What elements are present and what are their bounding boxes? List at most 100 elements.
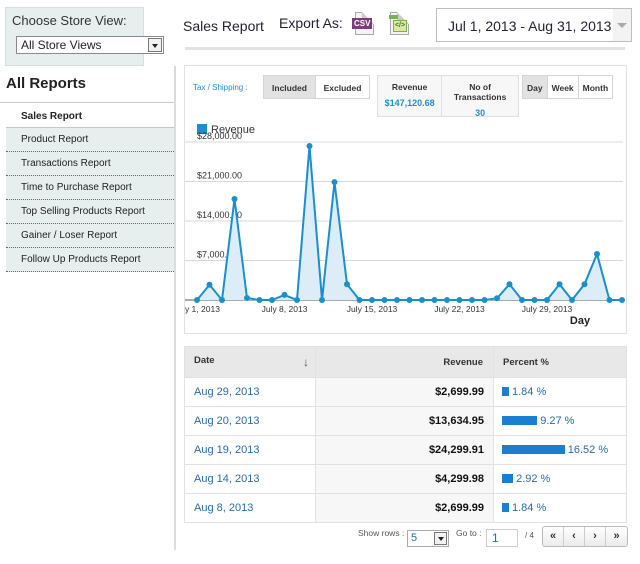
sidebar-item-top-selling-products-report[interactable]: Top Selling Products Report <box>6 200 176 224</box>
sidebar-item-time-to-purchase-report[interactable]: Time to Purchase Report <box>6 176 176 200</box>
data-point <box>219 297 225 303</box>
table-header-row: Date ↓ Revenue Percent % <box>184 346 627 378</box>
y-tick-label: $21,000.00 <box>197 171 242 181</box>
data-point <box>331 179 338 186</box>
transactions-stat: No of Transactions 30 <box>442 76 518 118</box>
row-revenue: $24,299.91 <box>315 435 494 465</box>
summary-stats: Revenue $147,120.68 No of Transactions 3… <box>377 75 519 118</box>
rows-per-page-value: 5 <box>411 532 418 544</box>
x-axis-title: Day <box>570 315 591 327</box>
x-tick-label: July 1, 2013 <box>185 304 220 314</box>
xml-file-icon[interactable]: </> <box>389 12 409 35</box>
pagination-nav: « ‹ › » <box>542 526 628 547</box>
column-header-date[interactable]: Date ↓ <box>184 346 316 378</box>
row-percent-value: 9.27 % <box>540 415 575 427</box>
row-percent-value: 2.92 % <box>516 473 551 485</box>
data-point <box>194 297 200 303</box>
data-point <box>469 297 475 303</box>
date-range-value: Jul 1, 2013 - Aug 31, 2013 <box>448 18 612 34</box>
tax-included-button[interactable]: Included <box>264 76 316 98</box>
revenue-stat-label: Revenue <box>391 82 428 92</box>
data-point <box>431 297 438 303</box>
transactions-stat-label: No of Transactions <box>453 82 507 102</box>
data-point <box>231 195 238 202</box>
data-point <box>619 297 625 303</box>
period-toggle: Day Week Month <box>522 75 614 99</box>
csv-file-icon[interactable]: CSV <box>352 12 374 35</box>
revenue-stat: Revenue $147,120.68 <box>378 76 443 116</box>
row-revenue: $2,699.99 <box>315 377 494 407</box>
chevron-down-icon[interactable] <box>613 9 631 41</box>
date-range-picker[interactable]: Jul 1, 2013 - Aug 31, 2013 <box>436 8 632 42</box>
row-date-link[interactable]: Aug 20, 2013 <box>184 406 316 436</box>
tax-excluded-button[interactable]: Excluded <box>316 76 369 98</box>
sidebar-item-follow-up-products-report[interactable]: Follow Up Products Report <box>6 248 176 272</box>
sort-down-icon[interactable]: ↓ <box>303 355 309 369</box>
chevron-down-icon[interactable] <box>434 532 447 545</box>
percent-bar <box>502 474 514 483</box>
rows-per-page-select[interactable]: 5 <box>407 530 449 547</box>
page-title: Sales Report <box>183 18 264 34</box>
row-percent: 1.84 % <box>493 493 627 523</box>
data-point <box>481 297 488 303</box>
period-month-button[interactable]: Month <box>578 76 613 98</box>
data-point <box>594 251 600 258</box>
row-date-link[interactable]: Aug 29, 2013 <box>184 377 316 407</box>
period-day-button[interactable]: Day <box>523 76 548 98</box>
revenue-stat-value: $147,120.68 <box>384 98 435 108</box>
x-tick-label: July 22, 2013 <box>434 304 485 314</box>
data-point <box>569 297 575 303</box>
data-point <box>494 295 500 302</box>
tax-shipping-label: Tax / Shipping : <box>193 83 248 92</box>
sidebar-item-product-report[interactable]: Product Report <box>6 128 176 152</box>
data-point <box>244 295 250 302</box>
row-date-link[interactable]: Aug 19, 2013 <box>184 435 316 465</box>
data-point <box>206 281 213 288</box>
store-view-select[interactable]: All Store Views <box>16 36 164 54</box>
tax-shipping-toggle: Included Excluded <box>263 75 370 99</box>
first-page-button[interactable]: « <box>543 527 564 546</box>
revenue-line <box>196 145 622 303</box>
sidebar-divider <box>174 100 176 550</box>
revenue-chart: $7,000.00$14,000.00$21,000.00$28,000.00J… <box>185 131 627 327</box>
column-header-percent[interactable]: Percent % <box>493 346 627 378</box>
prev-page-button[interactable]: ‹ <box>564 527 585 546</box>
row-date-link[interactable]: Aug 14, 2013 <box>184 464 316 494</box>
percent-bar <box>502 503 509 512</box>
sidebar-item-sales-report[interactable]: Sales Report <box>6 106 176 128</box>
data-point <box>381 297 388 303</box>
table-row: Aug 8, 2013 $2,699.99 1.84 % <box>184 493 627 523</box>
percent-bar <box>502 416 538 425</box>
row-revenue: $13,634.95 <box>315 406 494 436</box>
transactions-stat-value: 30 <box>475 108 486 118</box>
data-point <box>319 297 325 303</box>
column-header-revenue[interactable]: Revenue <box>315 346 494 378</box>
row-percent: 2.92 % <box>493 464 627 494</box>
xml-badge: </> <box>393 20 407 32</box>
row-percent: 1.84 % <box>493 377 627 407</box>
store-view-label: Choose Store View: <box>12 13 127 28</box>
sidebar-item-gainer-loser-report[interactable]: Gainer / Loser Report <box>6 224 176 248</box>
table-row: Aug 19, 2013 $24,299.91 16.52 % <box>184 435 627 465</box>
period-week-button[interactable]: Week <box>547 76 579 98</box>
percent-bar <box>502 445 565 454</box>
y-tick-label: $28,000.00 <box>197 131 242 141</box>
x-tick-label: July 29, 2013 <box>522 304 573 314</box>
data-point <box>556 281 563 288</box>
row-percent: 9.27 % <box>493 406 627 436</box>
data-point <box>294 297 300 303</box>
data-point <box>281 291 288 298</box>
data-point <box>306 142 313 149</box>
data-point <box>606 297 613 303</box>
goto-page-input[interactable] <box>486 529 518 547</box>
next-page-button[interactable]: › <box>585 527 606 546</box>
table-row: Aug 20, 2013 $13,634.95 9.27 % <box>184 406 627 436</box>
data-point <box>269 297 275 303</box>
row-date-link[interactable]: Aug 8, 2013 <box>184 493 316 523</box>
sidebar-item-transactions-report[interactable]: Transactions Report <box>6 152 176 176</box>
chevron-down-icon[interactable] <box>148 38 162 52</box>
last-page-button[interactable]: » <box>606 527 627 546</box>
data-point <box>256 297 263 303</box>
table-row: Aug 14, 2013 $4,299.98 2.92 % <box>184 464 627 494</box>
store-view-value: All Store Views <box>21 38 102 52</box>
